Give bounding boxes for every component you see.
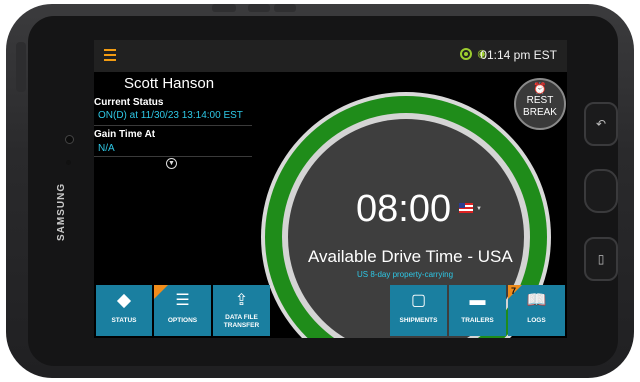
rest-break-label-2: BREAK [523, 107, 557, 118]
drive-time-label: Available Drive Time - USA [308, 247, 513, 266]
status-button[interactable]: STATUS [96, 285, 152, 336]
trailers-button-label: TRAILERS [461, 317, 494, 324]
gps-icon [460, 48, 472, 60]
data-file-transfer-label-1: DATA FILE [225, 314, 258, 321]
front-camera [65, 135, 74, 144]
status-icon [96, 291, 152, 311]
driver-name: Scott Hanson [124, 75, 215, 92]
volume-button [274, 4, 296, 12]
divider [94, 156, 252, 157]
home-key[interactable] [584, 169, 618, 213]
logs-badge: 7 [511, 286, 517, 296]
data-file-transfer-label-2: TRANSFER [223, 322, 260, 329]
us-flag-icon[interactable] [459, 203, 473, 213]
status-button-label: STATUS [111, 317, 137, 324]
top-bar: ◉ 01:14 pm EST [94, 40, 567, 72]
app-screen: ◉ 01:14 pm EST Scott Hanson Current Stat… [94, 40, 567, 338]
clock: 01:14 pm EST [480, 48, 557, 62]
power-button [212, 4, 236, 12]
logs-button-label: LOGS [527, 317, 546, 324]
data-file-transfer-button[interactable]: ⇪ DATA FILE TRANSFER [213, 285, 270, 336]
alarm-clock-icon: ⏰ [533, 83, 547, 95]
recent-apps-icon: ▯ [597, 252, 605, 266]
current-status-label: Current Status [94, 97, 164, 108]
current-status-value: ON(D) at 11/30/23 13:14:00 EST [98, 110, 243, 121]
options-button[interactable]: ☰ OPTIONS [154, 285, 211, 336]
menu-icon[interactable] [104, 49, 116, 61]
options-button-label: OPTIONS [167, 317, 198, 324]
box-icon: ▢ [410, 292, 427, 309]
gain-time-value: N/A [98, 143, 115, 154]
drive-time-remaining: 08:00 [356, 188, 452, 230]
notification-corner [154, 285, 168, 299]
trailers-button[interactable]: ▬ TRAILERS [449, 285, 506, 336]
rest-break-button[interactable]: ⏰ REST BREAK [514, 78, 566, 130]
ruleset-label: US 8-day property-carrying [357, 270, 454, 279]
expand-icon[interactable]: ▼ [166, 158, 177, 169]
gain-time-label: Gain Time At [94, 129, 156, 140]
divider [94, 125, 252, 126]
stylus-clip [16, 42, 26, 92]
back-key[interactable]: ↶ [584, 102, 618, 146]
trailer-icon: ▬ [469, 292, 486, 309]
volume-button [248, 4, 270, 12]
brand-logo: SAMSUNG [56, 182, 67, 242]
shipments-button-label: SHIPMENTS [399, 317, 438, 324]
back-icon: ↶ [595, 117, 607, 131]
rest-break-label-1: REST [526, 95, 554, 106]
shipments-button[interactable]: ▢ SHIPMENTS [390, 285, 447, 336]
light-sensor [66, 160, 71, 165]
logs-button[interactable]: 7 📖 LOGS [508, 285, 565, 336]
upload-icon: ⇪ [234, 292, 249, 309]
recent-apps-key[interactable]: ▯ [584, 237, 618, 281]
chevron-down-icon[interactable]: ▼ [476, 206, 482, 212]
